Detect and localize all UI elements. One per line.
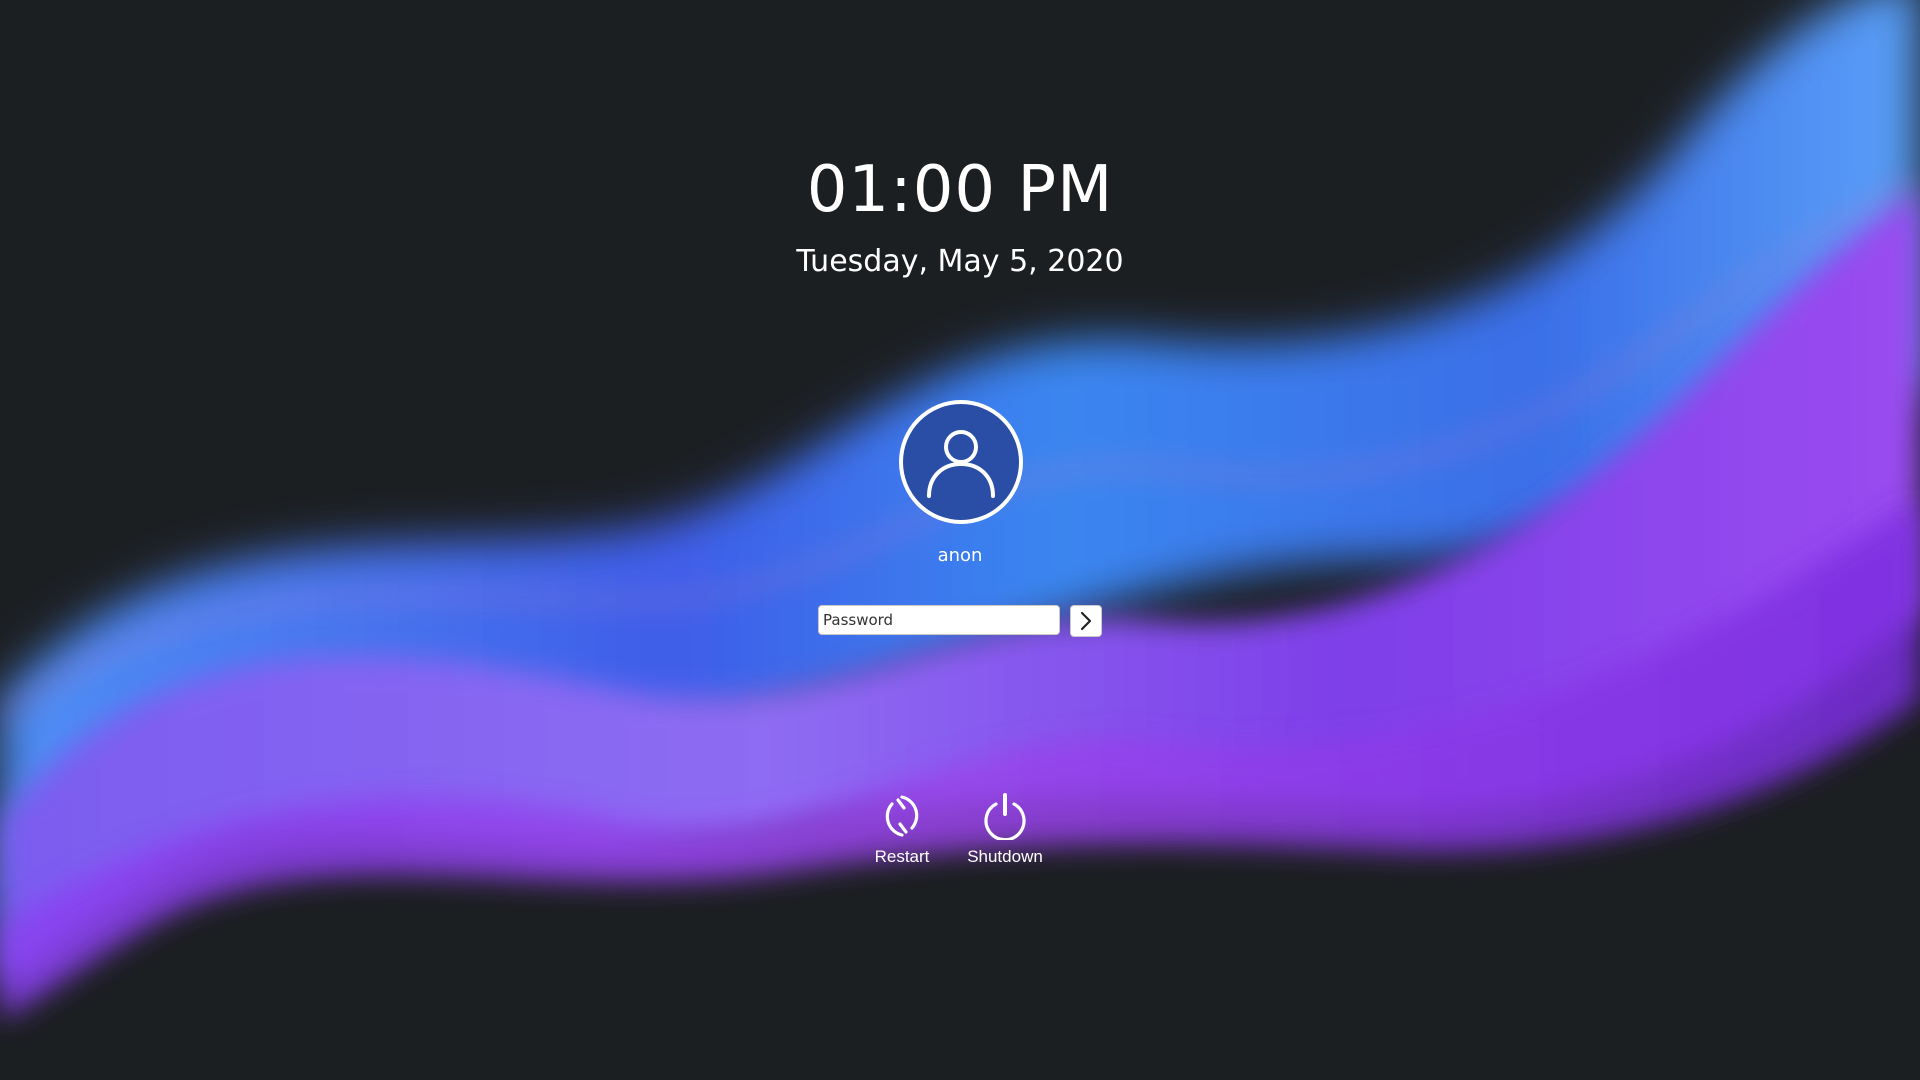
restart-icon <box>885 795 919 837</box>
clock-time: 01:00 PM <box>806 153 1114 227</box>
shutdown-button[interactable]: Shutdown <box>955 792 1055 872</box>
login-submit-button[interactable] <box>1070 605 1102 637</box>
restart-label: Restart <box>874 847 930 866</box>
clock-date: Tuesday, May 5, 2020 <box>796 244 1124 279</box>
user-icon <box>927 430 995 498</box>
chevron-right-icon <box>1080 611 1092 631</box>
restart-button[interactable]: Restart <box>852 792 952 872</box>
shutdown-label: Shutdown <box>967 847 1043 866</box>
login-screen: 01:00 PM Tuesday, May 5, 2020 anon Resta… <box>0 0 1920 1080</box>
username: anon <box>937 545 983 566</box>
avatar[interactable] <box>899 400 1023 524</box>
password-input[interactable] <box>818 605 1060 635</box>
power-icon <box>984 793 1026 840</box>
